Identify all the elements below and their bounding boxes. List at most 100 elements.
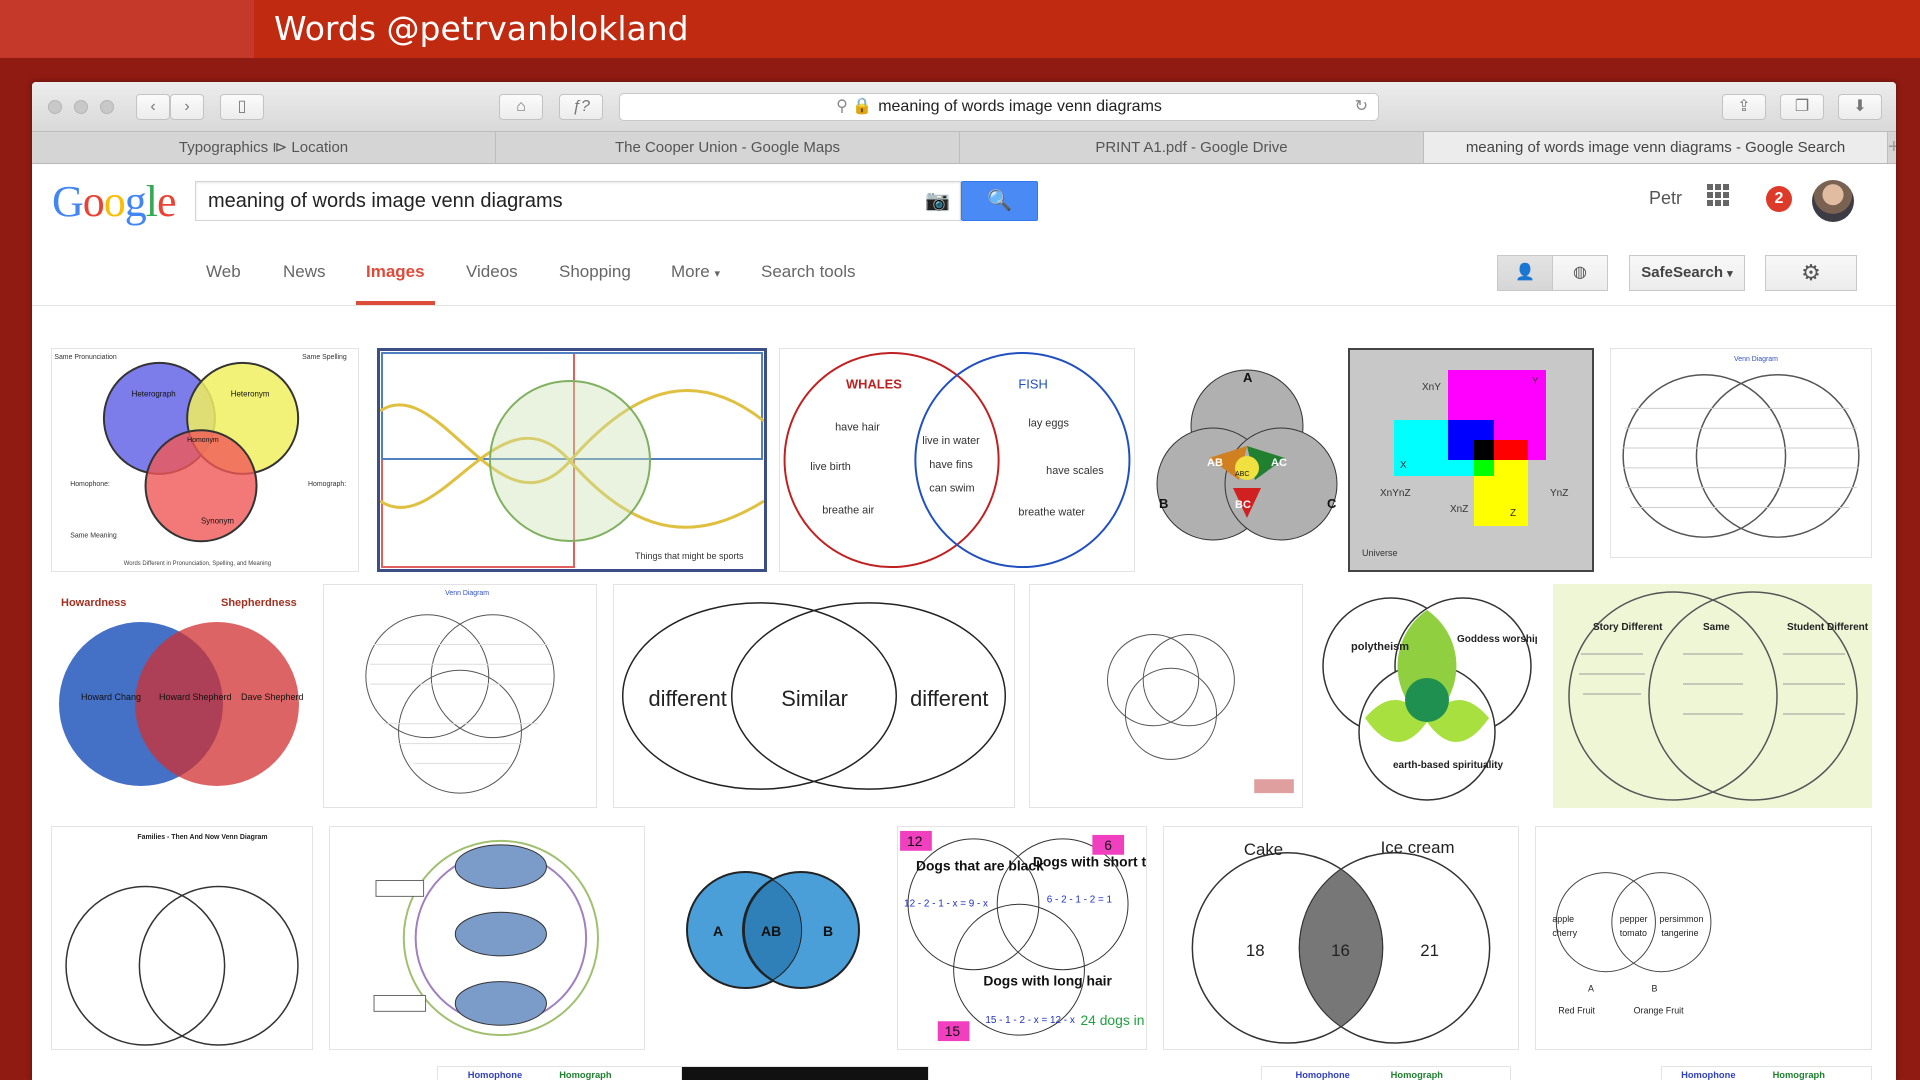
reload-icon[interactable]: ↻ — [1355, 94, 1368, 120]
camera-icon[interactable]: 📷 — [925, 182, 950, 220]
svg-text:Dogs that are black: Dogs that are black — [916, 858, 1044, 874]
image-result-xyz-venn[interactable]: XnY Y X XnYnZ XnZ YnZ Z Universe — [1348, 348, 1594, 572]
svg-text:C: C — [1327, 496, 1337, 511]
image-result-different-similar-venn[interactable]: different Similar different — [613, 584, 1015, 808]
tabs-overview-button[interactable]: ❐ — [1780, 94, 1824, 120]
svg-text:A: A — [713, 923, 723, 939]
svg-text:Howard Chang: Howard Chang — [81, 692, 141, 702]
new-tab-button[interactable]: + — [1888, 132, 1896, 163]
image-result-abc-venn[interactable]: A B C AB AC ABC BC — [1147, 348, 1347, 572]
svg-text:XnYnZ: XnYnZ — [1380, 488, 1411, 499]
tabs-icon: ❐ — [1794, 98, 1810, 115]
svg-text:Families - Then And Now Venn D: Families - Then And Now Venn Diagram — [137, 834, 267, 841]
svg-text:Orange Fruit: Orange Fruit — [1634, 1005, 1685, 1015]
nav-images[interactable]: Images — [366, 262, 425, 282]
svg-text:live birth: live birth — [810, 461, 851, 473]
caret-down-icon: ▾ — [1727, 268, 1733, 280]
svg-text:Z: Z — [1510, 508, 1516, 519]
user-name[interactable]: Petr — [1649, 188, 1682, 209]
forward-button[interactable]: › — [170, 94, 204, 120]
nav-web[interactable]: Web — [206, 262, 241, 282]
back-button[interactable]: ‹ — [136, 94, 170, 120]
svg-text:pepper: pepper — [1620, 914, 1648, 924]
svg-text:Red Fruit: Red Fruit — [1558, 1005, 1595, 1015]
nav-videos[interactable]: Videos — [466, 262, 518, 282]
image-result-homophone-2[interactable]: Homophone Homograph — [1261, 1066, 1511, 1080]
image-result-homonym-venn[interactable]: Same Pronunciation Same Spelling Heterog… — [51, 348, 359, 572]
svg-text:cherry: cherry — [1552, 928, 1577, 938]
image-result-word-ovals-venn[interactable] — [329, 826, 645, 1050]
apps-grid-icon[interactable] — [1707, 184, 1729, 206]
search-input[interactable]: meaning of words image venn diagrams 📷 — [195, 181, 961, 221]
image-result-blank-venn-1[interactable]: Venn Diagram — [1610, 348, 1872, 558]
tab-typographics[interactable]: Typographics ⧐ Location — [32, 132, 496, 163]
sidebar-button[interactable]: ▯ — [220, 94, 264, 120]
image-result-story-venn[interactable]: Story Different Same Student Different — [1553, 584, 1872, 808]
svg-text:different: different — [910, 686, 988, 711]
svg-text:Homograph: Homograph — [1391, 1070, 1444, 1080]
image-result-triple-venn-lined[interactable]: Venn Diagram — [323, 584, 597, 808]
browser-window: ‹ › ▯ ⌂ ƒ? ⚲ 🔒 meaning of words image ven… — [32, 82, 1896, 1080]
svg-text:16: 16 — [1331, 941, 1350, 960]
close-window-button[interactable] — [48, 100, 62, 114]
zoom-window-button[interactable] — [100, 100, 114, 114]
svg-text:Homophone: Homophone — [468, 1070, 522, 1080]
banner-accent — [0, 0, 254, 58]
svg-text:FISH: FISH — [1018, 377, 1047, 392]
nav-more[interactable]: More ▾ — [671, 262, 720, 282]
svg-text:Same Meaning: Same Meaning — [70, 532, 117, 539]
settings-button[interactable]: ⚙ — [1765, 255, 1857, 291]
image-result-ab-blue-venn[interactable]: A AB B — [661, 864, 885, 1000]
image-result-homophone-1[interactable]: Homophone Homograph — [437, 1066, 687, 1080]
image-result-homophone-3[interactable]: Homophone Homograph — [1661, 1066, 1872, 1080]
share-button[interactable]: ⇪ — [1722, 94, 1766, 120]
notifications-badge[interactable]: 2 — [1766, 186, 1792, 212]
svg-text:6 - 2 - 1 - 2 = 1: 6 - 2 - 1 - 2 = 1 — [1047, 894, 1113, 905]
image-result-small-triple-venn[interactable] — [1029, 584, 1303, 808]
image-result-fruit-venn[interactable]: apple cherry pepper tomato persimmon tan… — [1535, 826, 1872, 1050]
home-button[interactable]: ⌂ — [499, 94, 543, 120]
svg-text:Shepherdness: Shepherdness — [221, 597, 297, 609]
svg-text:Ice cream: Ice cream — [1381, 838, 1455, 857]
nav-shopping[interactable]: Shopping — [559, 262, 631, 282]
search-nav: Web News Images Videos Shopping More ▾ S… — [32, 238, 1896, 306]
bookmarklet-button[interactable]: ƒ? — [559, 94, 603, 120]
hide-personal-results-button[interactable]: ◍ — [1552, 255, 1608, 291]
gear-icon: ⚙ — [1801, 260, 1821, 285]
tab-google-search[interactable]: meaning of words image venn diagrams - G… — [1424, 132, 1888, 163]
tab-google-maps[interactable]: The Cooper Union - Google Maps — [496, 132, 960, 163]
svg-text:Homograph: Homograph — [559, 1070, 612, 1080]
nav-news[interactable]: News — [283, 262, 326, 282]
svg-text:Howardness: Howardness — [61, 597, 126, 609]
svg-text:Same Pronunciation: Same Pronunciation — [54, 354, 116, 361]
tab-google-drive[interactable]: PRINT A1.pdf - Google Drive — [960, 132, 1424, 163]
svg-text:tangerine: tangerine — [1661, 928, 1698, 938]
personal-results-button[interactable]: 👤 — [1497, 255, 1553, 291]
image-result-cake-icecream-venn[interactable]: Cake Ice cream 18 16 21 — [1163, 826, 1519, 1050]
image-result-howard-venn[interactable]: Howardness Shepherdness Howard Chang How… — [51, 584, 307, 808]
image-result-whales-fish-venn[interactable]: WHALES FISH have hair live birth breathe… — [779, 348, 1135, 572]
image-result-sports-venn[interactable]: Things that might be sports — [377, 348, 767, 572]
svg-text:Story Different: Story Different — [1593, 622, 1663, 633]
svg-text:lay eggs: lay eggs — [1028, 417, 1069, 429]
search-button[interactable]: 🔍 — [961, 181, 1038, 221]
image-result-families-venn[interactable]: Families - Then And Now Venn Diagram — [51, 826, 313, 1050]
image-result-spirituality-venn[interactable]: polytheism Goddess worship earth-based s… — [1317, 584, 1537, 808]
svg-text:Venn Diagram: Venn Diagram — [1734, 356, 1778, 363]
minimize-window-button[interactable] — [74, 100, 88, 114]
svg-text:breathe water: breathe water — [1018, 507, 1085, 519]
nav-search-tools[interactable]: Search tools — [761, 262, 856, 282]
safesearch-button[interactable]: SafeSearch ▾ — [1629, 255, 1745, 291]
google-logo[interactable]: Google — [52, 176, 177, 227]
svg-text:Synonym: Synonym — [201, 516, 234, 525]
downloads-button[interactable]: ⬇ — [1838, 94, 1882, 120]
sidebar-icon: ▯ — [237, 98, 247, 115]
search-icon: 🔍 — [987, 190, 1012, 212]
svg-text:Words Different in Pronunciati: Words Different in Pronunciation, Spelli… — [124, 561, 271, 567]
image-result-dark[interactable] — [681, 1066, 929, 1080]
image-result-dogs-venn[interactable]: 12 6 15 Dogs that are black Dogs with sh… — [897, 826, 1147, 1050]
svg-text:Heteronym: Heteronym — [231, 390, 270, 399]
avatar[interactable] — [1812, 180, 1854, 222]
active-tab-underline — [356, 301, 435, 305]
address-bar[interactable]: ⚲ 🔒 meaning of words image venn diagrams … — [619, 93, 1379, 121]
